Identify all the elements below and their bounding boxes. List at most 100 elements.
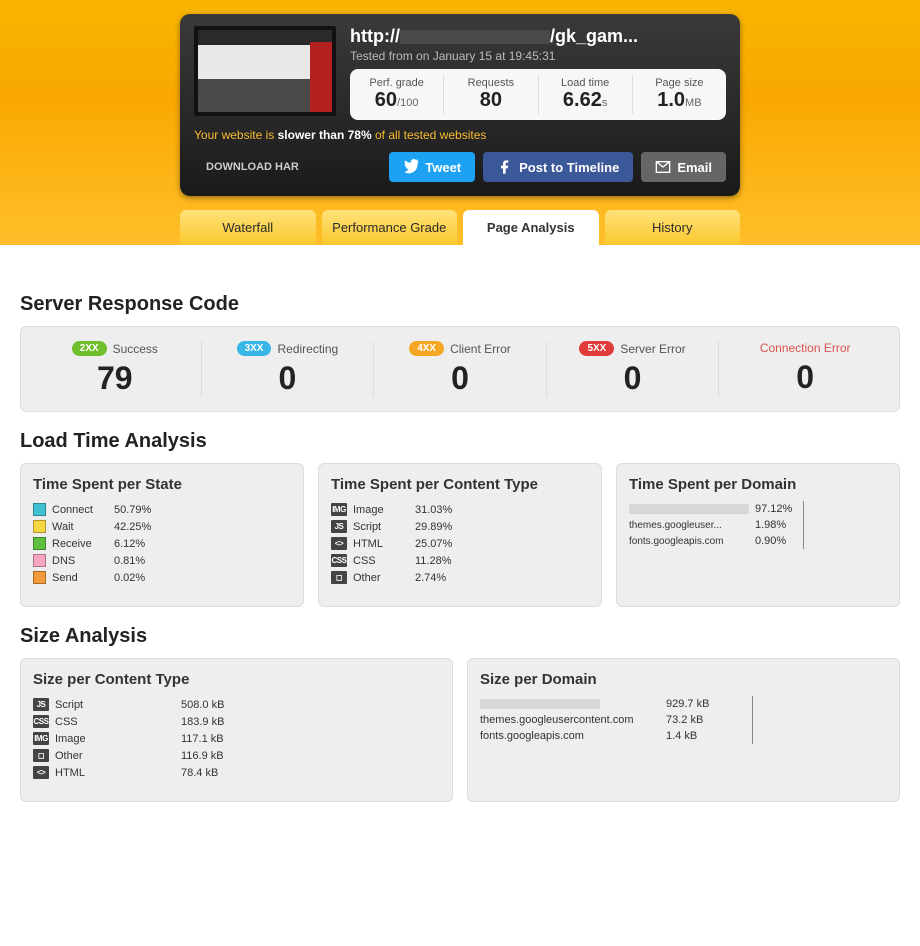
state-name: DNS — [52, 555, 108, 567]
bar-chart-cell — [471, 504, 589, 516]
ctype-size-row: ◻Other116.9 kB — [33, 749, 440, 762]
filetype-icon: CSS — [331, 554, 347, 567]
domain-size-row: themes.googleusercontent.com 73.2 kB — [480, 714, 887, 726]
redacted-domain — [629, 504, 749, 514]
state-name: Send — [52, 572, 108, 584]
ctype-name: CSS — [55, 716, 175, 728]
time-per-domain-card: Time Spent per Domain 97.12%themes.googl… — [616, 463, 900, 607]
bar-chart-cell — [170, 538, 291, 550]
domain-time-row: 97.12% — [629, 503, 887, 515]
bar-chart-cell — [317, 767, 440, 779]
load-time-analysis-heading: Load Time Analysis — [20, 430, 900, 453]
bar-chart-cell — [803, 519, 887, 531]
tweet-button[interactable]: Tweet — [389, 152, 475, 182]
state-pct: 0.81% — [114, 555, 164, 567]
state-name: Connect — [52, 504, 108, 516]
domain-size-row: 929.7 kB — [480, 698, 887, 710]
state-row: Wait42.25% — [33, 520, 291, 533]
bar-chart-cell — [471, 555, 589, 567]
ctype-pct: 31.03% — [415, 504, 465, 516]
domain-size: 1.4 kB — [666, 730, 746, 742]
tabs: Waterfall Performance Grade Page Analysi… — [180, 210, 740, 245]
email-button[interactable]: Email — [641, 152, 726, 182]
tab-history[interactable]: History — [605, 210, 741, 245]
ctype-name: CSS — [353, 555, 409, 567]
bar-chart-cell — [170, 555, 291, 567]
metric-load-time: Load time 6.62s — [539, 75, 633, 114]
filetype-icon: ◻ — [331, 571, 347, 584]
bar-chart-cell — [752, 730, 887, 742]
state-pct: 0.02% — [114, 572, 164, 584]
bar-chart-cell — [803, 535, 887, 547]
bar-chart-cell — [752, 698, 887, 710]
bar-chart-cell — [170, 521, 291, 533]
post-to-timeline-button[interactable]: Post to Timeline — [483, 152, 633, 182]
filetype-icon: <> — [331, 537, 347, 550]
response-4xx: 4XXClient Error 0 — [374, 341, 547, 397]
server-response-code-heading: Server Response Code — [20, 293, 900, 316]
domain-pct: 0.90% — [755, 535, 797, 547]
pill-5xx-icon: 5XX — [579, 341, 614, 356]
header-band: http:///gk_gam... Tested from on January… — [0, 0, 920, 245]
bar-chart-cell — [317, 750, 440, 762]
bar-chart-cell — [317, 733, 440, 745]
ctype-time-row: CSSCSS11.28% — [331, 554, 589, 567]
download-har-button[interactable]: DOWNLOAD HAR — [194, 153, 311, 181]
size-per-content-type-card: Size per Content Type JSScript508.0 kBCS… — [20, 658, 453, 802]
ctype-pct: 29.89% — [415, 521, 465, 533]
ctype-name: Other — [353, 572, 409, 584]
ctype-size: 508.0 kB — [181, 699, 311, 711]
state-pct: 6.12% — [114, 538, 164, 550]
domain-pct: 97.12% — [755, 503, 797, 515]
domain-size: 73.2 kB — [666, 714, 746, 726]
redacted-domain — [480, 699, 600, 709]
ctype-size-row: <> HTML 78.4 kB — [33, 766, 440, 779]
time-per-content-type-card: Time Spent per Content Type IMGImage31.0… — [318, 463, 602, 607]
domain-time-row: fonts.googleapis.com0.90% — [629, 535, 887, 547]
color-swatch-icon — [33, 537, 46, 550]
filetype-icon: ◻ — [33, 749, 49, 762]
ctype-size: 117.1 kB — [181, 733, 311, 745]
ctype-pct: 25.07% — [415, 538, 465, 550]
metric-perf-grade: Perf. grade 60/100 — [350, 75, 444, 114]
metric-requests: Requests 80 — [444, 75, 538, 114]
tab-performance-grade[interactable]: Performance Grade — [322, 210, 458, 245]
ctype-name: Script — [55, 699, 175, 711]
state-row: Connect 50.79% — [33, 503, 291, 516]
domain-name — [629, 504, 749, 515]
slower-than-text: Your website is slower than 78% of all t… — [194, 128, 726, 142]
domain-name: themes.googleusercontent.com — [480, 714, 660, 726]
bar-chart-cell — [471, 538, 589, 550]
size-analysis-heading: Size Analysis — [20, 625, 900, 648]
ctype-time-row: ◻Other2.74% — [331, 571, 589, 584]
tab-page-analysis[interactable]: Page Analysis — [463, 210, 599, 245]
ctype-name: Other — [55, 750, 175, 762]
domain-name: themes.googleuser... — [629, 520, 749, 531]
ctype-time-row: <> HTML 25.07% — [331, 537, 589, 550]
ctype-name: HTML — [55, 767, 175, 779]
metrics-box: Perf. grade 60/100 Requests 80 Load time… — [350, 69, 726, 120]
ctype-name: HTML — [353, 538, 409, 550]
response-2xx: 2XXSuccess 79 — [29, 341, 202, 397]
ctype-size-row: IMGImage117.1 kB — [33, 732, 440, 745]
response-connection-error: Connection Error 0 — [719, 341, 891, 397]
domain-name: fonts.googleapis.com — [480, 730, 660, 742]
domain-size: 929.7 kB — [666, 698, 746, 710]
filetype-icon: IMG — [331, 503, 347, 516]
ctype-size: 78.4 kB — [181, 767, 311, 779]
domain-pct: 1.98% — [755, 519, 797, 531]
ctype-name: Image — [353, 504, 409, 516]
color-swatch-icon — [33, 503, 46, 516]
ctype-time-row: JSScript29.89% — [331, 520, 589, 533]
state-pct: 50.79% — [114, 504, 164, 516]
filetype-icon: JS — [331, 520, 347, 533]
bar-chart-cell — [317, 716, 440, 728]
filetype-icon: <> — [33, 766, 49, 779]
filetype-icon: JS — [33, 698, 49, 711]
response-code-panel: 2XXSuccess 79 3XXRedirecting 0 4XXClient… — [20, 326, 900, 412]
tab-waterfall[interactable]: Waterfall — [180, 210, 316, 245]
time-per-state-card: Time Spent per State Connect50.79%Wait42… — [20, 463, 304, 607]
response-5xx: 5XXServer Error 0 — [547, 341, 720, 397]
pill-2xx-icon: 2XX — [72, 341, 107, 356]
response-3xx: 3XXRedirecting 0 — [202, 341, 375, 397]
